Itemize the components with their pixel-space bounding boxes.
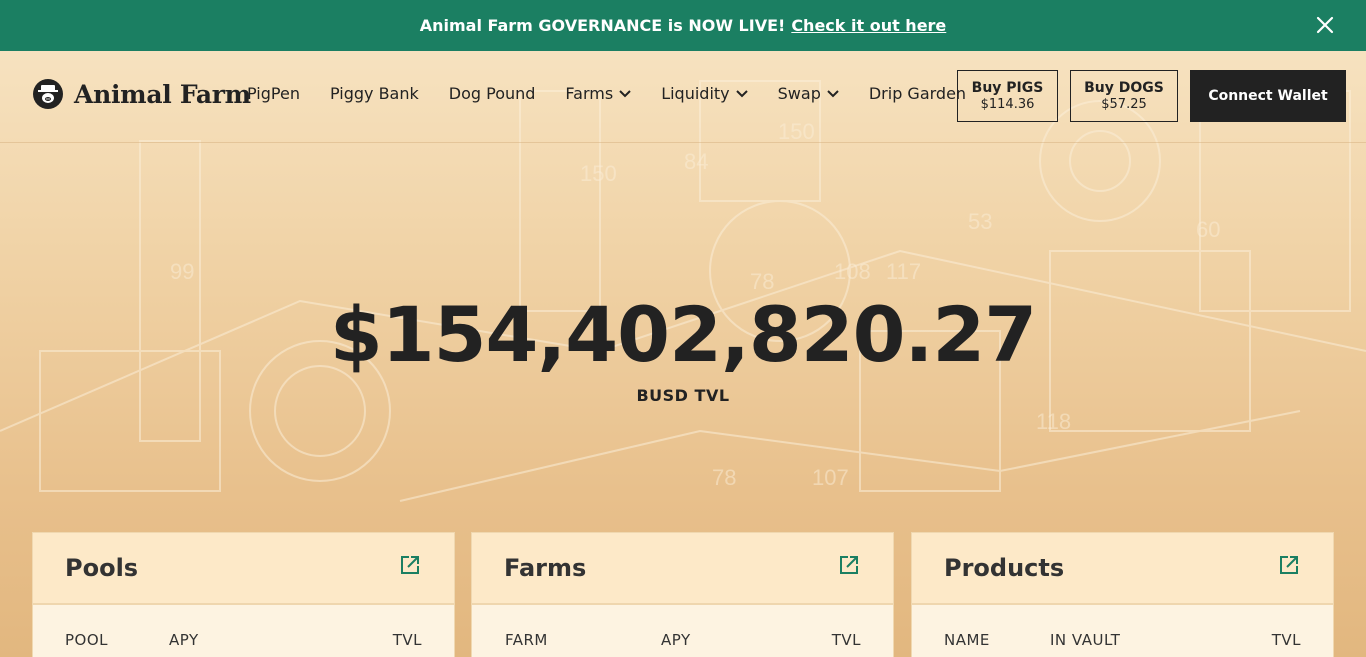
close-icon[interactable] <box>1314 14 1336 36</box>
nav-drip-garden[interactable]: Drip Garden <box>869 84 966 103</box>
buy-pigs-button[interactable]: Buy PIGS $114.36 <box>957 70 1058 122</box>
announcement-banner: Animal Farm GOVERNANCE is NOW LIVE! Chec… <box>0 0 1366 51</box>
svg-text:53: 53 <box>968 209 992 234</box>
svg-text:99: 99 <box>170 259 194 284</box>
external-link-icon[interactable] <box>1279 555 1299 575</box>
card-header: Farms <box>472 533 893 605</box>
tvl-value: $154,402,820.27 <box>329 290 1037 379</box>
column-header: NAME <box>944 631 990 649</box>
column-header: APY <box>169 631 199 649</box>
chevron-down-icon <box>735 89 748 97</box>
farms-card: Farms FARM APY TVL <box>471 532 894 657</box>
nav-swap[interactable]: Swap <box>778 84 839 103</box>
products-card: Products NAME IN VAULT TVL <box>911 532 1334 657</box>
external-link-icon[interactable] <box>400 555 420 575</box>
table-header: FARM APY TVL <box>472 605 893 657</box>
buy-pigs-title: Buy PIGS <box>971 79 1044 96</box>
logo[interactable]: Animal Farm <box>33 79 251 109</box>
farmer-pig-logo-icon <box>33 79 63 109</box>
column-header: POOL <box>65 631 109 649</box>
table-header: NAME IN VAULT TVL <box>912 605 1333 657</box>
nav-label: Farms <box>565 84 614 103</box>
banner-text: Animal Farm GOVERNANCE is NOW LIVE! <box>419 16 786 35</box>
chevron-down-icon <box>619 89 631 97</box>
svg-text:78: 78 <box>712 465 736 490</box>
main-nav: PigPen Piggy Bank Dog Pound Farms Liquid… <box>247 84 996 103</box>
nav-dog-pound[interactable]: Dog Pound <box>449 84 536 103</box>
svg-text:84: 84 <box>684 149 708 174</box>
svg-text:150: 150 <box>580 161 617 186</box>
nav-label: Liquidity <box>661 84 730 103</box>
table-header: POOL APY TVL <box>33 605 454 657</box>
tvl-label: BUSD TVL <box>636 386 730 405</box>
column-header: TVL <box>1271 631 1301 649</box>
pools-card: Pools POOL APY TVL <box>32 532 455 657</box>
card-title: Pools <box>65 554 139 582</box>
buy-dogs-button[interactable]: Buy DOGS $57.25 <box>1070 70 1178 122</box>
card-title: Products <box>944 554 1065 582</box>
nav-label: Swap <box>777 84 821 103</box>
nav-pigpen[interactable]: PigPen <box>247 84 300 103</box>
connect-wallet-button[interactable]: Connect Wallet <box>1190 70 1346 122</box>
chevron-down-icon <box>827 89 839 97</box>
card-title: Farms <box>504 554 587 582</box>
nav-label: Piggy Bank <box>329 84 419 103</box>
svg-text:60: 60 <box>1196 217 1220 242</box>
card-header: Pools <box>33 533 454 605</box>
column-header: APY <box>661 631 691 649</box>
svg-text:118: 118 <box>1036 409 1071 434</box>
buy-pigs-price: $114.36 <box>980 96 1035 112</box>
nav-label: PigPen <box>247 84 300 103</box>
nav-farms[interactable]: Farms <box>565 84 631 103</box>
logo-text: Animal Farm <box>74 79 251 109</box>
buy-dogs-price: $57.25 <box>1101 96 1147 112</box>
column-header: FARM <box>505 631 548 649</box>
nav-label: Dog Pound <box>448 84 536 103</box>
column-header: TVL <box>831 631 861 649</box>
buy-dogs-title: Buy DOGS <box>1084 79 1164 96</box>
svg-text:107: 107 <box>812 465 849 490</box>
card-header: Products <box>912 533 1333 605</box>
column-header: TVL <box>392 631 422 649</box>
external-link-icon[interactable] <box>839 555 859 575</box>
svg-text:117: 117 <box>886 259 921 284</box>
svg-text:108: 108 <box>834 259 871 284</box>
nav-label: Drip Garden <box>868 84 967 103</box>
nav-liquidity[interactable]: Liquidity <box>661 84 748 103</box>
nav-piggy-bank[interactable]: Piggy Bank <box>330 84 419 103</box>
column-header: IN VAULT <box>1050 631 1121 649</box>
banner-link[interactable]: Check it out here <box>791 16 946 35</box>
